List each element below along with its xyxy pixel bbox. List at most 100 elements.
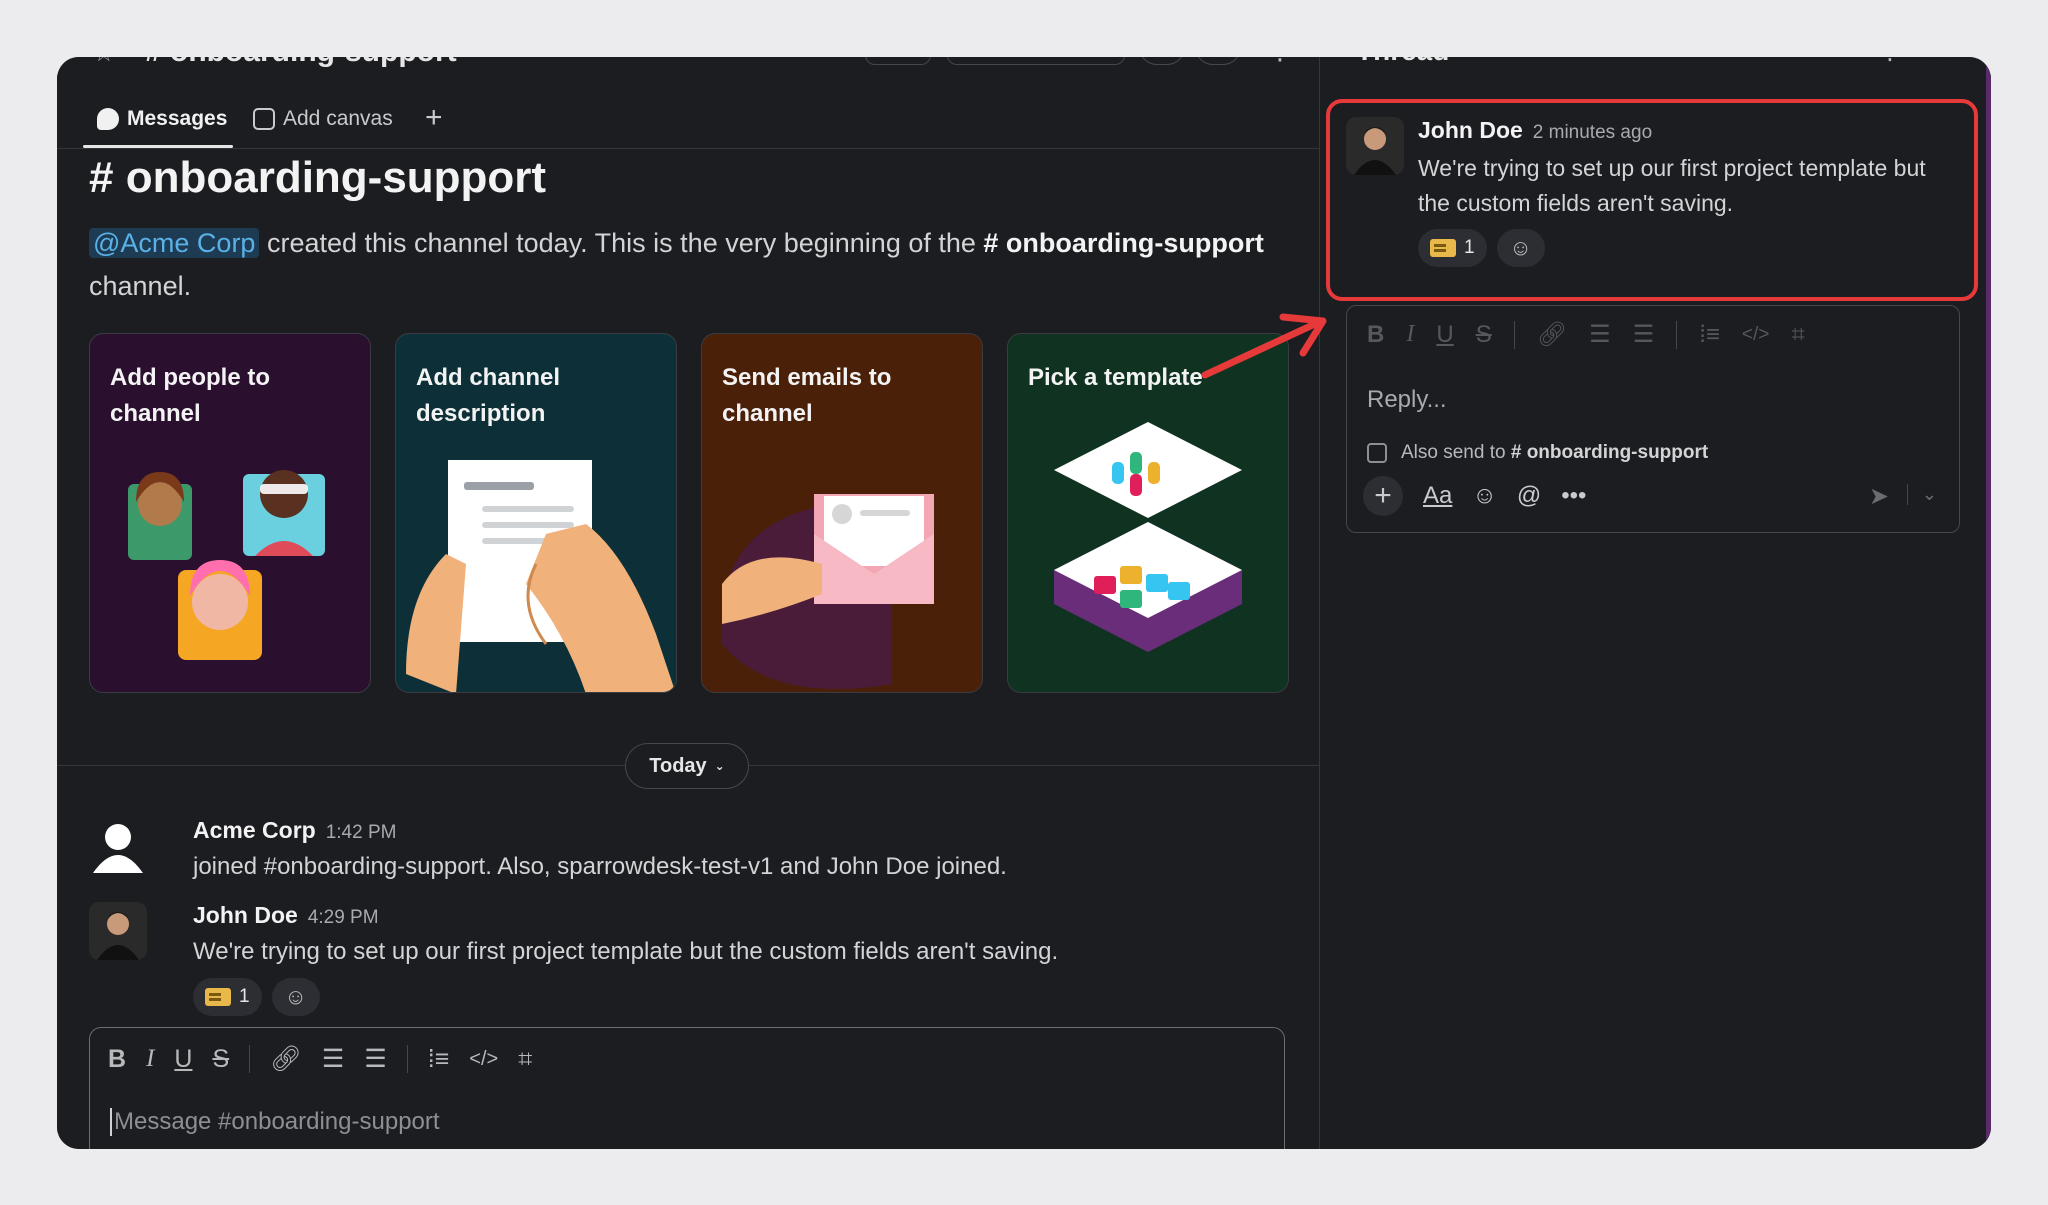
underline-icon[interactable]: U [174,1045,192,1074]
avatar[interactable] [89,817,147,875]
bullet-list-icon[interactable]: ☰ [364,1044,386,1074]
also-send-label: Also send to [1401,442,1506,463]
plus-icon[interactable]: + [1363,476,1403,516]
intro-channel-name[interactable]: # onboarding-support [983,228,1263,258]
ordered-list-icon[interactable]: ☰ [1589,320,1611,349]
more-icon[interactable]: ⋮ [1878,57,1902,66]
window-edge [1986,57,1991,1149]
message-time[interactable]: 1:42 PM [326,822,397,843]
reaction-count: 1 [239,986,250,1007]
code-icon[interactable]: </> [1742,324,1769,346]
close-icon[interactable]: ✕ [1930,57,1950,66]
format-toolbar: B I U S 🔗︎ ☰ ☰ ⁞≡ </> ⌗ [108,1044,532,1074]
message-author[interactable]: John Doe [1418,117,1523,143]
reaction-bar: 1 ☺ [193,978,320,1016]
also-send-channel: # onboarding-support [1510,442,1709,463]
link-icon[interactable]: 🔗︎ [270,1045,302,1074]
bold-icon[interactable]: B [1367,321,1384,349]
channel-intro-name: onboarding-support [125,153,547,202]
card-title: Send emails to channel [722,364,892,427]
search-icon[interactable] [1195,57,1241,65]
tab-add-canvas[interactable]: Add canvas [253,107,393,131]
reaction-ticket[interactable]: 1 [1418,229,1487,267]
code-block-icon[interactable]: ⌗ [1791,321,1805,349]
bullet-list-icon[interactable]: ☰ [1633,320,1655,349]
message-composer[interactable]: B I U S 🔗︎ ☰ ☰ ⁞≡ </> ⌗ Message #onboard… [89,1027,1285,1149]
card-send-emails[interactable]: Send emails to channel [701,333,983,693]
send-icon[interactable]: ➤ [1869,482,1889,511]
emoji-icon[interactable]: ☺ [1472,482,1497,510]
reaction-ticket[interactable]: 1 [193,978,262,1016]
underline-icon[interactable]: U [1436,321,1453,349]
toolbar-separator [406,1045,408,1073]
date-divider-button[interactable]: Today ⌄ [625,743,749,789]
strikethrough-icon[interactable]: S [1476,321,1492,349]
message-text: joined #onboarding-support. Also, sparro… [193,853,1007,880]
hash-icon: # [89,153,114,202]
add-reaction-icon[interactable]: ☺ [271,978,320,1016]
channel-header-title[interactable]: # onboarding-support [145,57,457,69]
avatar[interactable] [1346,117,1404,175]
channel-intro-text: @Acme Corp created this channel today. T… [89,222,1269,308]
ordered-list-icon[interactable]: ☰ [322,1044,344,1074]
reply-input[interactable]: Reply... [1367,386,1447,414]
text-format-icon[interactable]: Aa [1423,482,1452,510]
code-block-icon[interactable]: ⌗ [518,1045,532,1074]
add-tab-icon[interactable]: + [425,101,443,135]
message-time[interactable]: 4:29 PM [308,907,379,928]
more-actions-icon[interactable]: ••• [1561,482,1586,510]
members-button[interactable] [1139,57,1185,65]
tab-add-canvas-label: Add canvas [283,107,393,130]
reply-composer[interactable]: B I U S 🔗︎ ☰ ☰ ⁞≡ </> ⌗ Reply... Also se… [1346,305,1960,533]
huddle-button[interactable] [947,57,1125,65]
john-doe-avatar [89,902,147,960]
creator-mention[interactable]: @Acme Corp [89,228,260,258]
intro-text-after: channel. [89,271,192,301]
ticket-emoji-icon [205,988,231,1006]
tab-messages[interactable]: Messages [97,107,227,131]
message-time[interactable]: 2 minutes ago [1533,122,1652,143]
default-user-icon [93,824,143,873]
list-icon[interactable]: ≡ [1820,57,1834,65]
message-bubble-icon [97,108,119,130]
star-icon[interactable]: ☆ [93,57,115,68]
avatar[interactable] [89,902,147,960]
canvas-icon [253,108,275,130]
channel-pane: ☆ # onboarding-support ⋮ Messages Add ca… [57,57,1319,1149]
code-icon[interactable]: </> [469,1048,498,1071]
blockquote-icon[interactable]: ⁞≡ [1699,321,1720,349]
reaction-count: 1 [1464,237,1475,258]
toolbar-separator [1513,320,1515,349]
also-send-checkbox[interactable] [1367,443,1387,463]
ticket-emoji-icon [1430,239,1456,257]
card-pick-template[interactable]: Pick a template [1007,333,1289,693]
reply-tools: + Aa ☺ @ ••• [1363,476,1586,516]
italic-icon[interactable]: I [1406,321,1414,348]
more-icon[interactable]: ⋮ [1267,57,1293,66]
john-doe-avatar [1346,117,1404,175]
thread-title: Thread [1356,57,1449,67]
link-icon[interactable]: 🔗︎ [1537,320,1567,349]
message-author[interactable]: John Doe [193,902,298,928]
message-author[interactable]: Acme Corp [193,817,316,843]
annotation-arrow-icon [1201,313,1327,379]
thread-pane: Thread ≡ ⋮ ✕ John Doe 2 minutes ago We're… [1319,57,1991,1149]
strikethrough-icon[interactable]: S [212,1045,229,1074]
card-title: Add channel description [416,364,561,427]
card-add-description[interactable]: Add channel description [395,333,677,693]
chevron-down-icon: ⌄ [714,759,725,773]
bold-icon[interactable]: B [108,1045,126,1074]
canvas-button[interactable] [865,57,931,65]
mention-icon[interactable]: @ [1517,482,1541,510]
blockquote-icon[interactable]: ⁞≡ [428,1045,450,1074]
send-options-chevron-icon[interactable]: ⌄ [1906,484,1937,505]
italic-icon[interactable]: I [146,1045,154,1073]
card-title: Add people to channel [110,364,270,427]
date-divider-label: Today [649,754,707,777]
toolbar-separator [1676,320,1678,349]
add-reaction-icon[interactable]: ☺ [1496,229,1545,267]
message-input[interactable]: Message #onboarding-support [110,1108,440,1136]
active-tab-indicator [83,145,233,148]
message-text: We're trying to set up our first project… [1418,155,1926,216]
card-add-people[interactable]: Add people to channel [89,333,371,693]
